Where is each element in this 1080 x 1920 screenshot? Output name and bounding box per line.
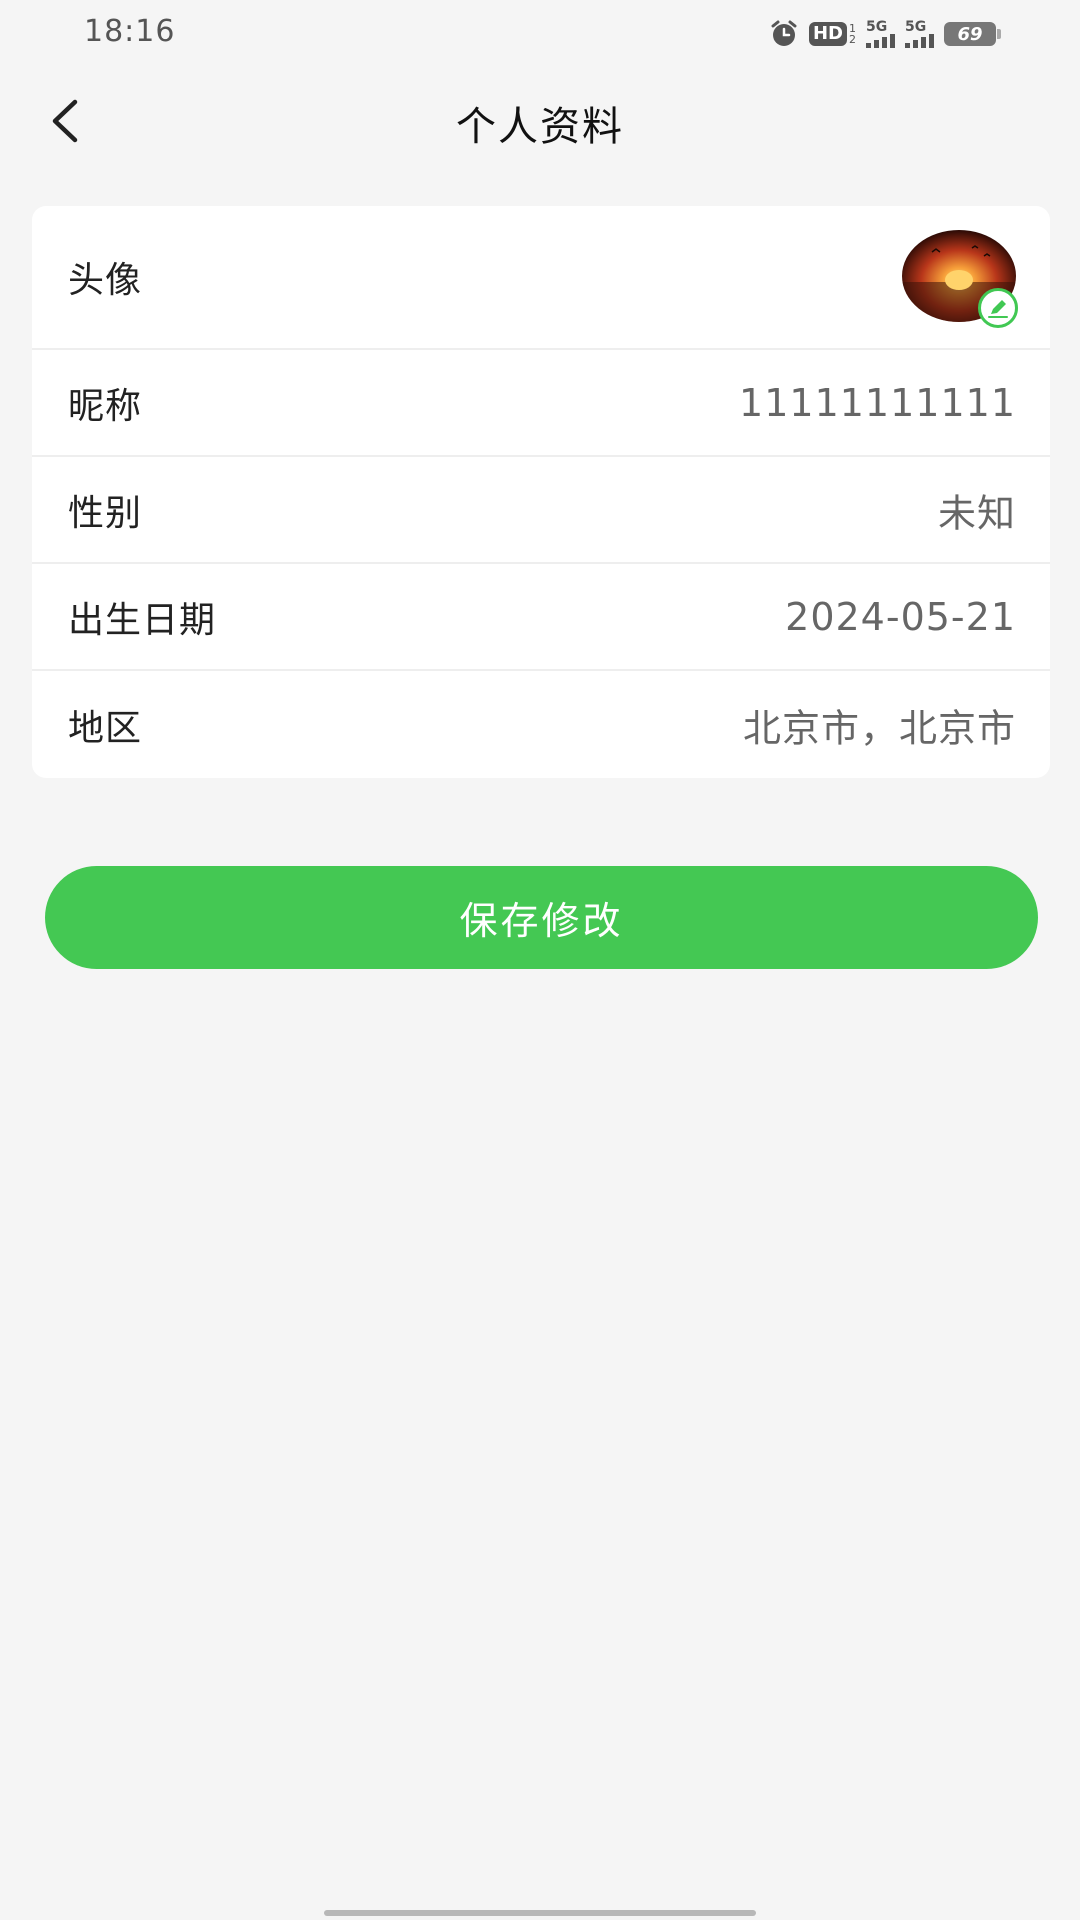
signal-bars <box>905 34 934 48</box>
signal-icon: 5G <box>905 20 934 48</box>
birthday-value: 2024-05-21 <box>785 594 1016 639</box>
profile-card: 头像 昵称 11111111111 性别 未知 出生日期 2024-05-21 … <box>32 206 1050 778</box>
nickname-label: 昵称 <box>68 385 143 427</box>
status-icons: HD 1 2 5G 5G 69 <box>769 18 1001 50</box>
birthday-label: 出生日期 <box>68 599 217 641</box>
region-value: 北京市，北京市 <box>742 706 1016 750</box>
birthday-row[interactable]: 出生日期 2024-05-21 <box>32 564 1050 671</box>
home-indicator[interactable] <box>324 1910 756 1916</box>
signal-label: 5G <box>866 19 888 35</box>
avatar-row[interactable]: 头像 <box>32 206 1050 350</box>
region-row[interactable]: 地区 北京市，北京市 <box>32 671 1050 778</box>
signal-bars <box>866 34 895 48</box>
status-bar: 18:16 HD 1 2 5G 5G 69 <box>0 0 1080 68</box>
page-title: 个人资料 <box>456 104 624 150</box>
signal-icon: 5G <box>866 20 895 48</box>
battery-icon: 69 <box>944 22 1001 46</box>
nav-bar: 个人资料 <box>0 68 1080 172</box>
gender-value: 未知 <box>937 491 1016 535</box>
avatar-label: 头像 <box>68 260 143 301</box>
edit-avatar-button[interactable] <box>978 288 1018 328</box>
nickname-row[interactable]: 昵称 11111111111 <box>32 350 1050 457</box>
status-time: 18:16 <box>84 14 176 49</box>
avatar-container[interactable] <box>902 230 1018 328</box>
pencil-icon <box>988 300 1008 318</box>
hd-sub-bottom: 2 <box>849 33 856 46</box>
alarm-icon <box>771 20 797 46</box>
hd-label: HD <box>808 22 847 46</box>
gender-label: 性别 <box>68 492 143 534</box>
region-label: 地区 <box>68 707 143 749</box>
hd-icon: HD 1 2 <box>808 22 856 46</box>
nickname-value: 11111111111 <box>739 380 1016 425</box>
save-button[interactable]: 保存修改 <box>45 866 1038 969</box>
gender-row[interactable]: 性别 未知 <box>32 457 1050 564</box>
signal-label: 5G <box>905 19 927 35</box>
hd-sub: 1 2 <box>849 23 856 45</box>
battery-level: 69 <box>957 23 983 45</box>
